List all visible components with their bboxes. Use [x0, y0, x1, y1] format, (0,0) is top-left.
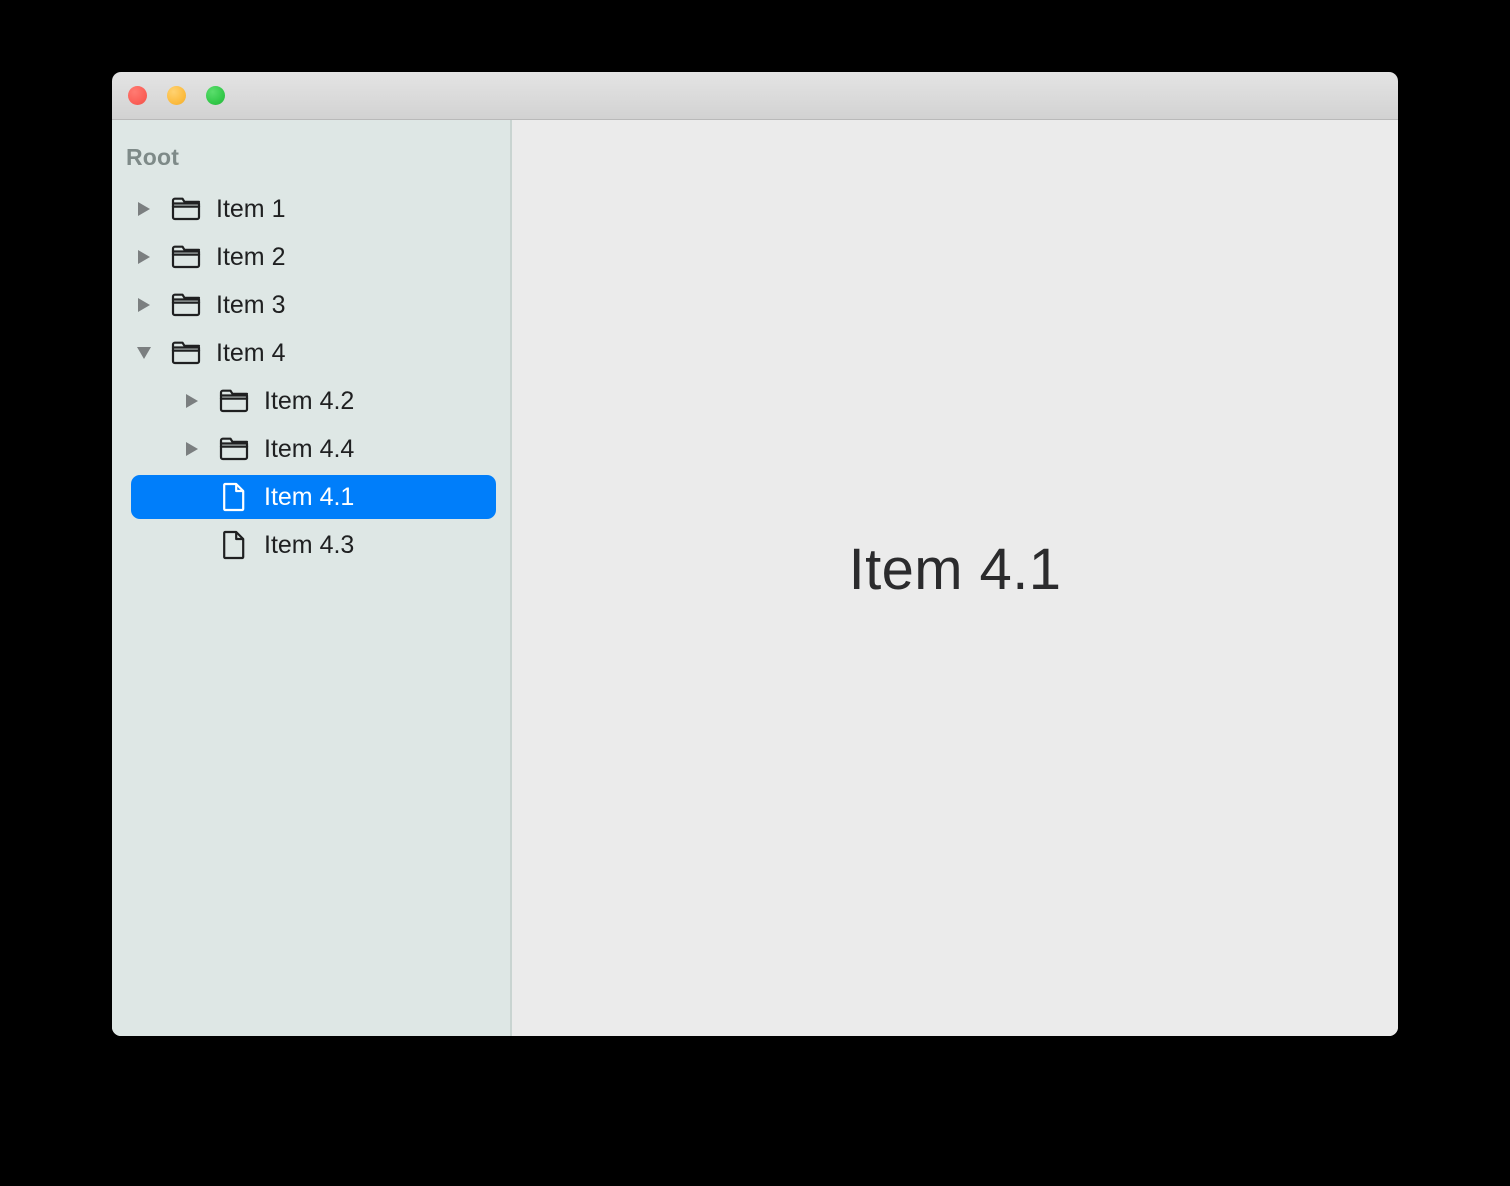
window-body: Root Item 1 Item 2 Item 3 Item 4 Item 4.2 Ite…: [112, 120, 1398, 1036]
disclosure-triangle-collapsed-icon[interactable]: [131, 250, 157, 264]
disclosure-triangle-collapsed-icon[interactable]: [131, 202, 157, 216]
tree-item-item-4-2[interactable]: Item 4.2: [131, 379, 496, 423]
folder-icon: [218, 434, 250, 464]
tree-item-label: Item 4.2: [264, 386, 355, 415]
file-icon-glyph: [223, 482, 245, 512]
zoom-button[interactable]: [206, 86, 225, 105]
folder-icon: [170, 242, 202, 272]
disclosure-triangle-collapsed-icon[interactable]: [131, 298, 157, 312]
tree-item-label: Item 4.1: [264, 482, 355, 511]
folder-icon: [170, 194, 202, 224]
tree-item-item-1[interactable]: Item 1: [131, 187, 496, 231]
folder-icon: [218, 386, 250, 416]
file-icon-glyph: [223, 530, 245, 560]
folder-icon-glyph: [219, 437, 249, 461]
close-button[interactable]: [128, 86, 147, 105]
disclosure-triangle-expanded-icon[interactable]: [131, 347, 157, 359]
folder-icon-glyph: [171, 245, 201, 269]
window-titlebar[interactable]: [112, 72, 1398, 120]
tree-item-label: Item 1: [216, 194, 286, 223]
file-icon: [218, 530, 250, 560]
tree-item-label: Item 4.3: [264, 530, 355, 559]
traffic-light-group: [128, 72, 225, 119]
tree-item-item-4-3[interactable]: Item 4.3: [131, 523, 496, 567]
tree-item-item-4-4[interactable]: Item 4.4: [131, 427, 496, 471]
screen: Root Item 1 Item 2 Item 3 Item 4 Item 4.2 Ite…: [0, 0, 1510, 1186]
tree-item-label: Item 4: [216, 338, 286, 367]
tree-view: Item 1 Item 2 Item 3 Item 4 Item 4.2 Item 4.4…: [112, 187, 510, 567]
tree-root-label: Root: [126, 144, 180, 170]
content-panel: Item 4.1: [512, 120, 1398, 1036]
folder-icon: [170, 338, 202, 368]
sidebar-tree-panel: Root Item 1 Item 2 Item 3 Item 4 Item 4.2 Ite…: [112, 120, 512, 1036]
file-icon: [218, 482, 250, 512]
tree-item-label: Item 2: [216, 242, 286, 271]
folder-icon-glyph: [219, 389, 249, 413]
tree-item-item-2[interactable]: Item 2: [131, 235, 496, 279]
app-window: Root Item 1 Item 2 Item 3 Item 4 Item 4.2 Ite…: [112, 72, 1398, 1036]
folder-icon-glyph: [171, 341, 201, 365]
tree-item-item-4[interactable]: Item 4: [131, 331, 496, 375]
folder-icon-glyph: [171, 293, 201, 317]
tree-item-label: Item 3: [216, 290, 286, 319]
folder-icon: [170, 290, 202, 320]
page-title: Item 4.1: [848, 536, 1062, 602]
tree-item-item-3[interactable]: Item 3: [131, 283, 496, 327]
tree-item-label: Item 4.4: [264, 434, 355, 463]
tree-item-item-4-1[interactable]: Item 4.1: [131, 475, 496, 519]
minimize-button[interactable]: [167, 86, 186, 105]
disclosure-triangle-collapsed-icon[interactable]: [179, 442, 205, 456]
folder-icon-glyph: [171, 197, 201, 221]
disclosure-triangle-collapsed-icon[interactable]: [179, 394, 205, 408]
